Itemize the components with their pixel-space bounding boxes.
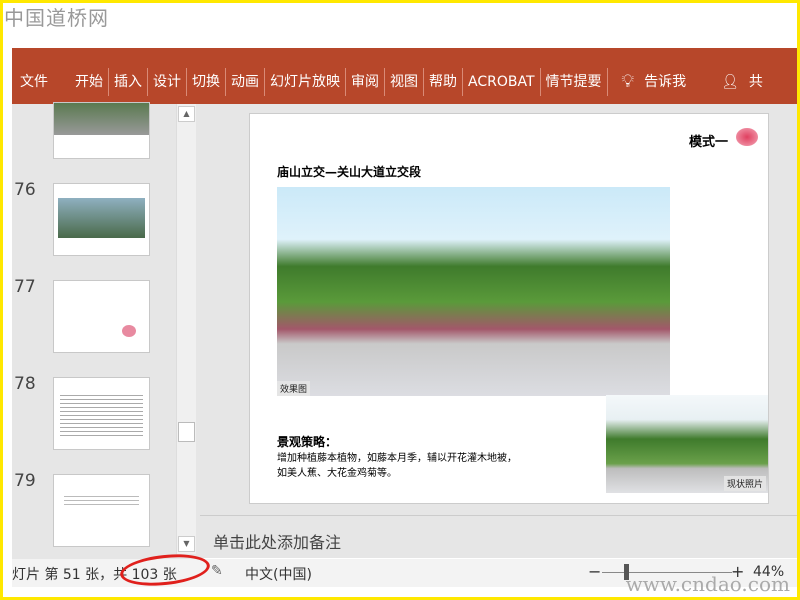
- notes-pane[interactable]: 单击此处添加备注: [200, 515, 797, 558]
- notes-icon[interactable]: ✎: [211, 563, 223, 579]
- current-status-photo: 现状照片: [606, 395, 768, 493]
- strategy-line: 如美人蕉、大花金鸡菊等。: [277, 468, 397, 479]
- strategy-text: 增加种植藤本植物，如藤本月季，辅以开花灌木地被， 如美人蕉、大花金鸡菊等。: [277, 451, 517, 481]
- slide-thumbnail-78[interactable]: [53, 377, 150, 450]
- strategy-heading: 景观策略：: [277, 435, 338, 449]
- current-slide[interactable]: 模式一 庙山立交—关山大道立交段 效果图 现状照片 景观策略： 增加种植藤本植物…: [249, 113, 769, 504]
- watermark-url: www.cndao.com: [625, 572, 790, 596]
- tab-animations[interactable]: 动画: [226, 68, 265, 96]
- slide-thumbnail-76[interactable]: [53, 183, 150, 256]
- slide-thumbnail-75[interactable]: [53, 102, 150, 159]
- zoom-out-button[interactable]: −: [588, 562, 601, 581]
- tab-file[interactable]: 文件: [12, 68, 70, 96]
- notes-placeholder: 单击此处添加备注: [213, 533, 342, 552]
- tell-me-button[interactable]: 告诉我: [639, 68, 716, 96]
- tab-insert[interactable]: 插入: [109, 68, 148, 96]
- language-indicator[interactable]: 中文(中国): [245, 564, 312, 584]
- photo-caption: 现状照片: [723, 476, 766, 491]
- slide-number: 77: [14, 277, 36, 297]
- slide-thumbnail-79[interactable]: [53, 474, 150, 547]
- tab-transitions[interactable]: 切换: [187, 68, 226, 96]
- scroll-up-icon[interactable]: ▲: [178, 106, 195, 122]
- strategy-line: 增加种植藤本植物，如藤本月季，辅以开花灌木地被，: [277, 453, 517, 464]
- tab-slideshow[interactable]: 幻灯片放映: [265, 68, 346, 96]
- tab-view[interactable]: 视图: [385, 68, 424, 96]
- rendering-photo: 效果图: [277, 187, 670, 396]
- scrollbar-thumb[interactable]: [178, 422, 195, 442]
- slide-thumbnail-77[interactable]: [53, 280, 150, 353]
- tab-review[interactable]: 审阅: [346, 68, 385, 96]
- share-user-icon[interactable]: 👤︎: [716, 68, 744, 96]
- share-button[interactable]: 共: [744, 68, 768, 96]
- slide-number: 79: [14, 471, 36, 491]
- ribbon: 文件 开始 插入 设计 切换 动画 幻灯片放映 审阅 视图 帮助 ACROBAT…: [12, 48, 797, 104]
- mode-label: 模式一: [688, 135, 728, 150]
- slide-number: 78: [14, 374, 36, 394]
- thumbnail-scrollbar[interactable]: ▲ ▼: [176, 104, 196, 554]
- tab-storyboard[interactable]: 情节提要: [541, 68, 608, 96]
- tab-home[interactable]: 开始: [70, 68, 109, 96]
- slide-editor: 模式一 庙山立交—关山大道立交段 效果图 现状照片 景观策略： 增加种植藤本植物…: [200, 104, 797, 515]
- slide-thumbnail-panel: 76 77 78 79 ▲ ▼: [12, 102, 200, 559]
- lightbulb-icon[interactable]: 💡︎: [608, 68, 640, 96]
- slide-title: 庙山立交—关山大道立交段: [277, 165, 422, 179]
- ribbon-tabs: 文件 开始 插入 设计 切换 动画 幻灯片放映 审阅 视图 帮助 ACROBAT…: [12, 62, 768, 102]
- slide-number: 76: [14, 180, 36, 200]
- scroll-down-icon[interactable]: ▼: [178, 536, 195, 552]
- flower-icon: [736, 128, 758, 146]
- watermark-logo: 中国道桥网: [4, 6, 109, 30]
- photo-caption: 效果图: [277, 381, 311, 396]
- tab-help[interactable]: 帮助: [424, 68, 463, 96]
- tab-design[interactable]: 设计: [148, 68, 187, 96]
- tab-acrobat[interactable]: ACROBAT: [463, 68, 541, 96]
